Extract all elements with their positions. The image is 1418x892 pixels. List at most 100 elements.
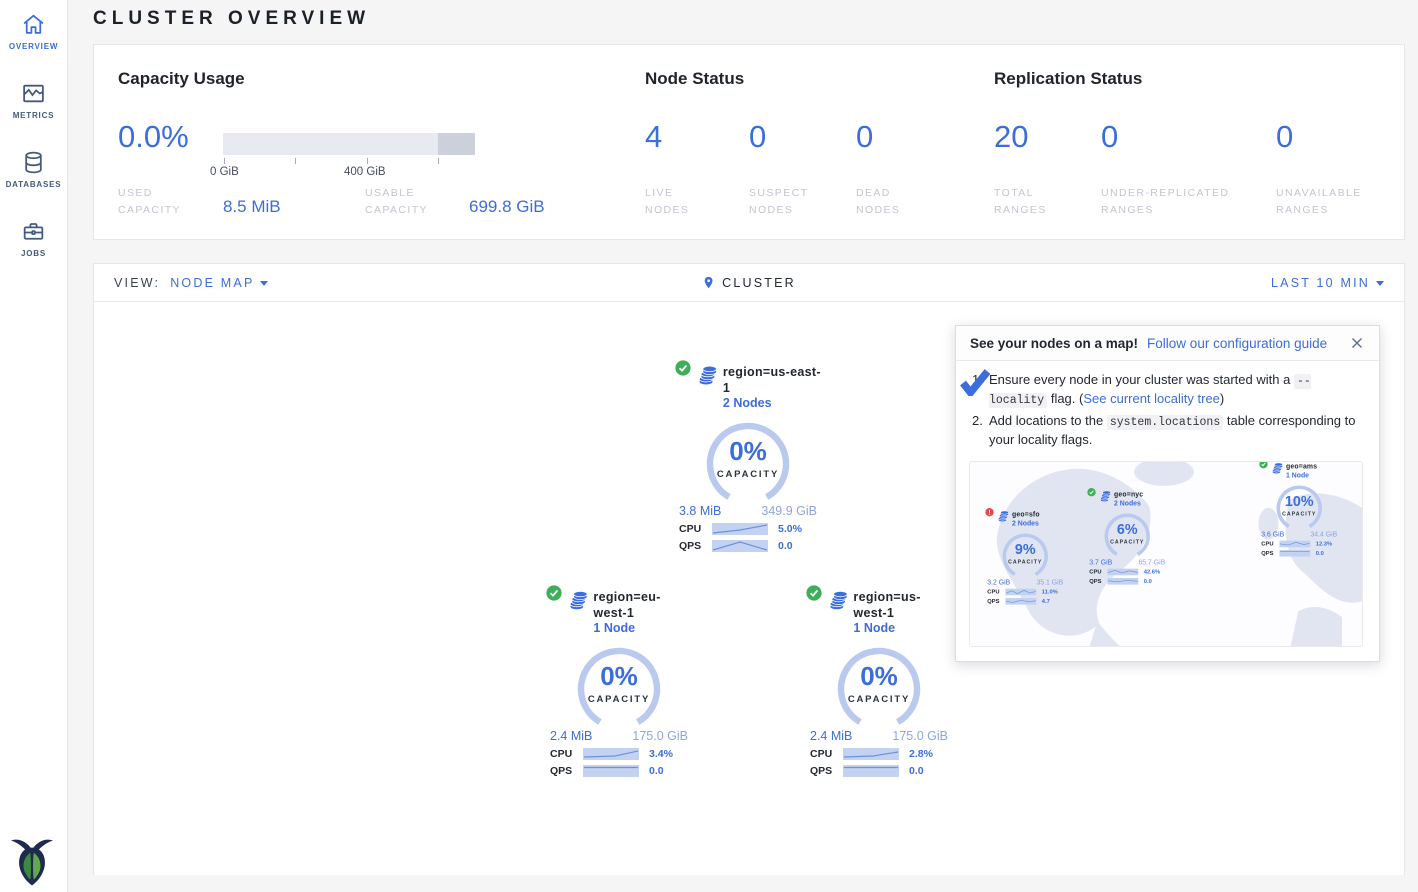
cpu-sparkline [712, 523, 768, 535]
time-range-dropdown[interactable]: LAST 10 MIN [1271, 276, 1384, 290]
capacity-ring-label: CAPACITY [575, 694, 663, 705]
example-node-map-image: geo=sfo 2 Nodes 9% CAPACITY 3.2 GiB35.1 … [969, 461, 1363, 647]
minimap-node-ams: geo=ams 1 Node 10% CAPACITY 3.6 GiB34.4 … [1258, 462, 1341, 557]
sidebar-item-label: METRICS [13, 111, 55, 120]
unavailable-ranges-label: UNAVAILABLERANGES [1276, 185, 1362, 220]
used-capacity-label: USED CAPACITY [118, 185, 218, 220]
configuration-guide-link[interactable]: Follow our configuration guide [1147, 336, 1327, 351]
config-step-1: 1. Ensure every node in your cluster was… [972, 371, 1365, 410]
capacity-bar [223, 133, 475, 155]
view-label: VIEW: [114, 276, 160, 290]
node-stack-icon [1099, 490, 1112, 503]
healthy-check-icon [806, 585, 822, 601]
qps-value: 0.0 [645, 765, 688, 777]
capacity-tick-label-0: 0 GiB [210, 166, 239, 178]
node-count-link[interactable]: 1 Node [593, 621, 694, 637]
popup-title: See your nodes on a map! [970, 336, 1138, 351]
node-stack-icon [997, 510, 1010, 523]
sidebar: OVERVIEW METRICS DATABASES JOBS [0, 0, 68, 892]
dead-nodes-label: DEADNODES [856, 185, 900, 220]
cpu-label: CPU [810, 748, 837, 760]
node-count-link[interactable]: 2 Nodes [723, 396, 823, 412]
chevron-down-icon [260, 281, 268, 286]
usable-capacity-label: USABLE CAPACITY [365, 185, 465, 220]
node-count-link[interactable]: 1 Node [853, 621, 954, 637]
dead-nodes-value: 0 [856, 119, 873, 155]
capacity-ring: 0% CAPACITY [575, 645, 663, 725]
breadcrumb-cluster[interactable]: CLUSTER [702, 274, 796, 291]
node-region-label: region=us-west-1 [853, 590, 954, 621]
capacity-ring: 0% CAPACITY [835, 645, 923, 725]
cpu-label: CPU [550, 748, 577, 760]
sidebar-item-label: DATABASES [6, 180, 62, 189]
qps-value: 0.0 [905, 765, 948, 777]
unavailable-ranges-value: 0 [1276, 119, 1293, 155]
capacity-ring-label: CAPACITY [835, 694, 923, 705]
chevron-down-icon [1376, 281, 1384, 286]
node-stack-icon [1271, 462, 1284, 475]
minimap-node-nyc: geo=nyc 2 Nodes 6% CAPACITY 3.7 GiB65.7 … [1086, 490, 1169, 585]
qps-sparkline [583, 765, 639, 777]
sidebar-item-label: OVERVIEW [9, 42, 58, 51]
cpu-label: CPU [679, 523, 706, 535]
qps-sparkline [712, 540, 768, 552]
warning-icon [985, 508, 994, 517]
sidebar-item-metrics[interactable]: METRICS [0, 69, 67, 130]
under-replicated-ranges-value: 0 [1101, 119, 1118, 155]
node-stack-icon [827, 589, 848, 612]
live-nodes-value: 4 [645, 119, 662, 155]
healthy-check-icon [1087, 488, 1096, 497]
sidebar-item-databases[interactable]: DATABASES [0, 138, 67, 199]
node-region-label: region=eu-west-1 [593, 590, 694, 621]
node-stack-icon [567, 589, 588, 612]
capacity-tick-label-400: 400 GiB [344, 166, 386, 178]
qps-sparkline [843, 765, 899, 777]
cpu-value: 5.0% [774, 523, 817, 535]
node-stack-icon [696, 364, 718, 387]
location-pin-icon [702, 274, 715, 291]
page-title: CLUSTER OVERVIEW [93, 8, 370, 30]
home-icon [21, 12, 46, 37]
map-node-us-east-1[interactable]: region=us-east-1 2 Nodes 0% CAPACITY 3.8… [673, 364, 823, 552]
capacity-usage-title: Capacity Usage [118, 69, 245, 89]
minimap-node-sfo: geo=sfo 2 Nodes 9% CAPACITY 3.2 GiB35.1 … [984, 510, 1067, 605]
capacity-percent: 0.0% [118, 119, 189, 155]
close-icon[interactable] [1349, 335, 1365, 351]
qps-value: 0.0 [774, 540, 817, 552]
healthy-check-icon [1259, 461, 1268, 469]
replication-status-title: Replication Status [994, 69, 1142, 89]
qps-label: QPS [810, 765, 837, 777]
capacity-percent-value: 0% [575, 661, 663, 692]
capacity-bar-reserved-segment [438, 133, 475, 155]
view-selector-dropdown[interactable]: NODE MAP [170, 276, 268, 290]
capacity-ring: 0% CAPACITY [704, 420, 792, 500]
view-bar: VIEW: NODE MAP CLUSTER LAST 10 MIN [94, 264, 1404, 302]
sidebar-item-jobs[interactable]: JOBS [0, 207, 67, 268]
under-replicated-ranges-label: UNDER-REPLICATEDRANGES [1101, 185, 1229, 220]
map-node-eu-west-1[interactable]: region=eu-west-1 1 Node 0% CAPACITY 2.4 … [544, 589, 694, 777]
map-node-us-west-1[interactable]: region=us-west-1 1 Node 0% CAPACITY 2.4 … [804, 589, 954, 777]
sidebar-item-overview[interactable]: OVERVIEW [0, 0, 67, 61]
step-done-check-icon [960, 369, 990, 396]
qps-label: QPS [679, 540, 706, 552]
node-status-title: Node Status [645, 69, 744, 89]
system-locations-code: system.locations [1107, 415, 1223, 430]
locality-tree-link[interactable]: See current locality tree [1083, 391, 1220, 406]
node-region-label: region=us-east-1 [723, 365, 823, 396]
used-capacity-value: 8.5 MiB [223, 197, 281, 217]
total-ranges-label: TOTALRANGES [994, 185, 1047, 220]
summary-card: Capacity Usage 0.0% 0 GiB 400 GiB USED C… [93, 44, 1405, 240]
capacity-bar-ticks [223, 158, 475, 164]
qps-label: QPS [550, 765, 577, 777]
healthy-check-icon [675, 360, 691, 376]
suspect-nodes-value: 0 [749, 119, 766, 155]
metrics-icon [21, 81, 46, 106]
cluster-overview-page: OVERVIEW METRICS DATABASES JOBS CLUSTER … [0, 0, 1418, 892]
sidebar-item-label: JOBS [21, 249, 46, 258]
capacity-percent-value: 0% [835, 661, 923, 692]
cpu-sparkline [583, 748, 639, 760]
total-ranges-value: 20 [994, 119, 1028, 155]
jobs-icon [21, 219, 46, 244]
live-nodes-label: LIVENODES [645, 185, 689, 220]
cpu-value: 3.4% [645, 748, 688, 760]
